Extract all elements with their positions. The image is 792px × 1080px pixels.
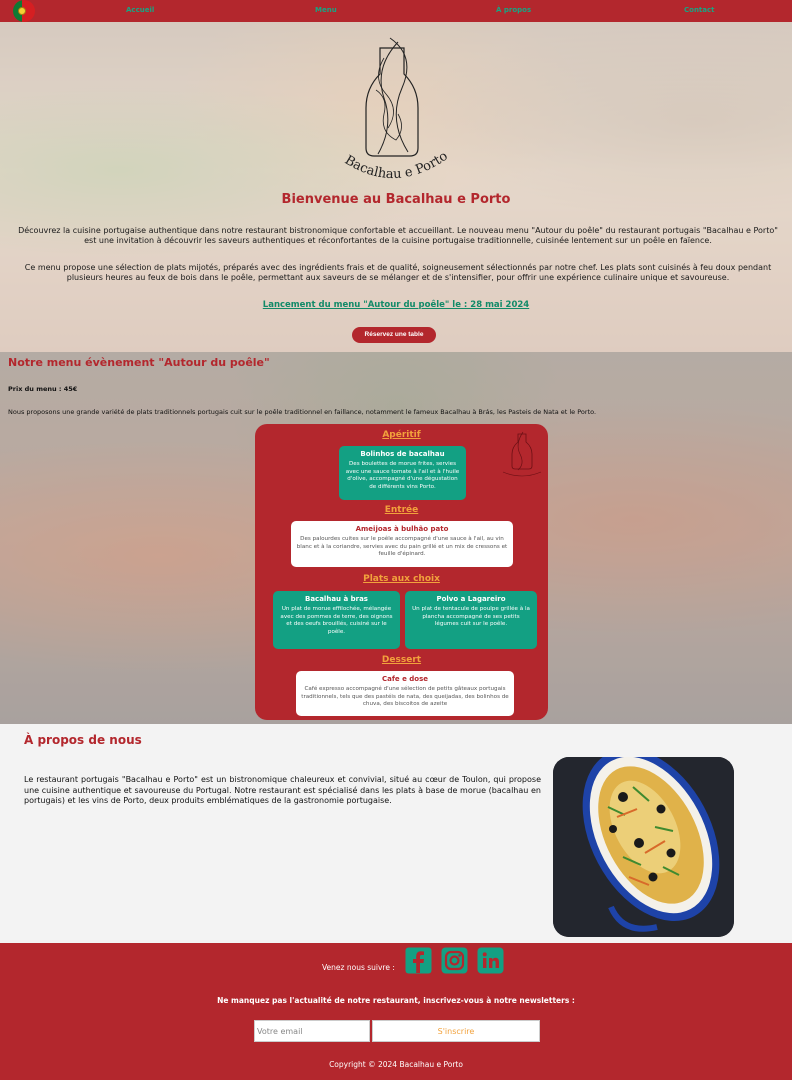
dish-name: Bacalhau à bras: [305, 595, 368, 603]
about-text: Le restaurant portugais "Bacalhau e Port…: [24, 775, 541, 805]
restaurant-logo: Bacalhau e Porto: [342, 37, 451, 183]
menu-section: Notre menu évènement "Autour du poêle" P…: [0, 352, 792, 724]
follow-us-label: Venez nous suivre :: [322, 963, 395, 972]
dish-name: Polvo a Lagareiro: [436, 595, 506, 603]
menu-card: Apéritif Bolinhos de bacalhau Des boulet…: [255, 424, 548, 720]
dish-photo: [553, 757, 734, 937]
dish-name: Ameijoas à bulhão pato: [355, 525, 449, 533]
about-title: À propos de nous: [24, 733, 142, 747]
dish-description: Un plat de morue effilochée, mélangée av…: [280, 606, 393, 635]
instagram-icon[interactable]: [441, 947, 468, 974]
hero-paragraph-1: Découvrez la cuisine portugaise authenti…: [18, 226, 778, 245]
hero-section: Bacalhau e Porto Bienvenue au Bacalhau e…: [0, 22, 792, 352]
dish-card-polvo: Polvo a Lagareiro Un plat de tentacule d…: [405, 591, 537, 649]
menu-section-title: Notre menu évènement "Autour du poêle": [8, 356, 270, 369]
dish-name: Cafe e dose: [381, 675, 428, 683]
dish-description: Des boulettes de morue frites, servies a…: [345, 461, 460, 490]
nav-link-accueil[interactable]: Accueil: [126, 6, 154, 14]
newsletter-label: Ne manquez pas l'actualité de notre rest…: [217, 996, 575, 1005]
footer: Venez nous suivre : Ne manquez pas l'act…: [0, 943, 792, 1080]
menu-price: Prix du menu : 45€: [8, 385, 78, 393]
dish-description: Des palourdes cuites sur le poêle accomp…: [296, 536, 508, 557]
copyright: Copyright © 2024 Bacalhau e Porto: [329, 1060, 463, 1069]
nav-link-a-propos[interactable]: À propos: [496, 6, 531, 14]
menu-intro: Nous proposons une grande variété de pla…: [8, 408, 597, 416]
linkedin-icon[interactable]: [477, 947, 504, 974]
dish-description: Café expresso accompagné d'une sélection…: [301, 686, 509, 707]
category-plats: Plats aux choix: [363, 574, 440, 584]
dish-card-ameijoas: Ameijoas à bulhão pato Des palourdes cui…: [291, 521, 513, 567]
nav-link-menu[interactable]: Menu: [315, 6, 337, 14]
about-section: À propos de nous Le restaurant portugais…: [0, 724, 792, 943]
dish-card-bacalhau-bras: Bacalhau à bras Un plat de morue effiloc…: [273, 591, 400, 649]
dish-card-cafe: Cafe e dose Café expresso accompagné d'u…: [296, 671, 514, 716]
dish-description: Un plat de tentacule de poulpe grillée à…: [412, 606, 530, 627]
reserve-table-button[interactable]: Réservez une table: [352, 327, 436, 343]
portugal-flag-icon: [13, 0, 35, 22]
svg-text:Bacalhau e Porto: Bacalhau e Porto: [342, 149, 451, 183]
hero-paragraph-2: Ce menu propose une sélection de plats m…: [24, 263, 772, 282]
nav-link-contact[interactable]: Contact: [684, 6, 715, 14]
menu-launch-link[interactable]: Lancement du menu "Autour du poêle" le :…: [0, 300, 792, 310]
dish-name: Bolinhos de bacalhau: [360, 450, 445, 458]
logo-text: Bacalhau e Porto: [342, 149, 451, 183]
top-navbar: Accueil Menu À propos Contact: [0, 0, 792, 22]
email-field[interactable]: [254, 1020, 370, 1042]
category-aperitif: Apéritif: [382, 430, 421, 440]
dish-card-bolinhos: Bolinhos de bacalhau Des boulettes de mo…: [339, 446, 466, 500]
category-dessert: Dessert: [381, 655, 422, 665]
subscribe-button[interactable]: S'inscrire: [372, 1020, 540, 1042]
facebook-icon[interactable]: [405, 947, 432, 974]
category-entree: Entrée: [384, 505, 419, 515]
hero-title: Bienvenue au Bacalhau e Porto: [281, 192, 511, 207]
